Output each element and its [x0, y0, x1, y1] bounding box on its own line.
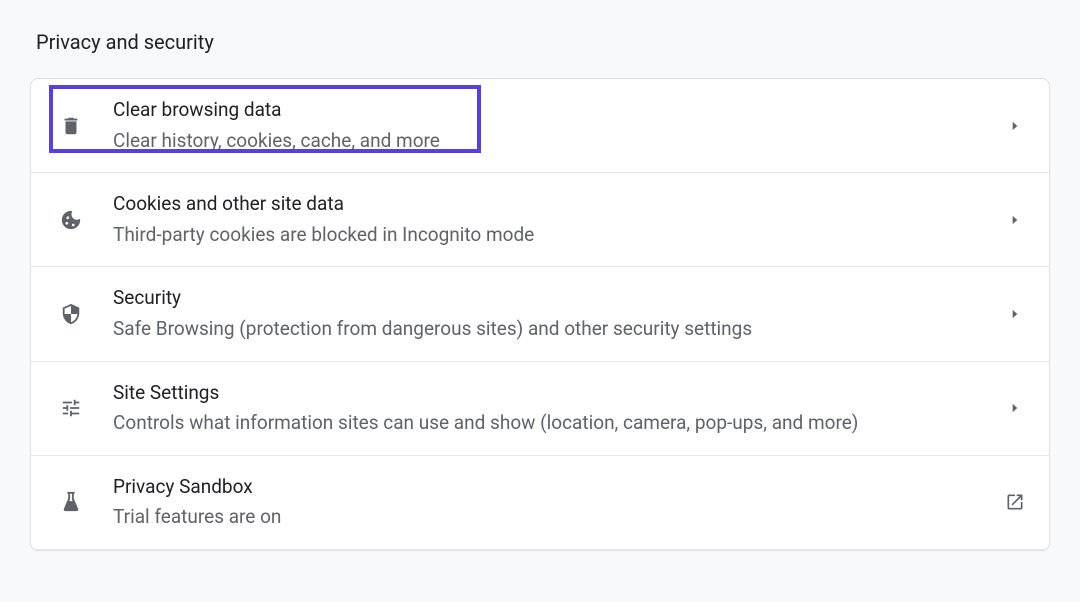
security-row[interactable]: Security Safe Browsing (protection from …	[31, 267, 1049, 361]
row-title: Privacy Sandbox	[113, 474, 1005, 501]
chevron-right-icon	[1005, 304, 1025, 324]
row-desc: Controls what information sites can use …	[113, 410, 1005, 437]
privacy-settings-card: Clear browsing data Clear history, cooki…	[30, 78, 1050, 551]
row-desc: Third-party cookies are blocked in Incog…	[113, 222, 1005, 249]
row-desc: Safe Browsing (protection from dangerous…	[113, 316, 1005, 343]
cookies-row[interactable]: Cookies and other site data Third-party …	[31, 173, 1049, 267]
trash-icon	[59, 114, 83, 138]
chevron-right-icon	[1005, 398, 1025, 418]
privacy-sandbox-row[interactable]: Privacy Sandbox Trial features are on	[31, 456, 1049, 550]
row-title: Site Settings	[113, 380, 1005, 407]
section-title: Privacy and security	[36, 30, 1050, 54]
clear-browsing-data-row[interactable]: Clear browsing data Clear history, cooki…	[31, 79, 1049, 173]
row-text: Cookies and other site data Third-party …	[113, 191, 1005, 248]
chevron-right-icon	[1005, 210, 1025, 230]
cookie-icon	[59, 208, 83, 232]
row-desc: Trial features are on	[113, 504, 1005, 531]
row-title: Cookies and other site data	[113, 191, 1005, 218]
chevron-right-icon	[1005, 116, 1025, 136]
external-link-icon	[1005, 492, 1025, 512]
row-text: Site Settings Controls what information …	[113, 380, 1005, 437]
row-text: Privacy Sandbox Trial features are on	[113, 474, 1005, 531]
row-title: Security	[113, 285, 1005, 312]
flask-icon	[59, 490, 83, 514]
row-text: Security Safe Browsing (protection from …	[113, 285, 1005, 342]
row-desc: Clear history, cookies, cache, and more	[113, 128, 1005, 155]
row-title: Clear browsing data	[113, 97, 1005, 124]
shield-icon	[59, 302, 83, 326]
site-settings-row[interactable]: Site Settings Controls what information …	[31, 362, 1049, 456]
row-text: Clear browsing data Clear history, cooki…	[113, 97, 1005, 154]
tune-icon	[59, 396, 83, 420]
